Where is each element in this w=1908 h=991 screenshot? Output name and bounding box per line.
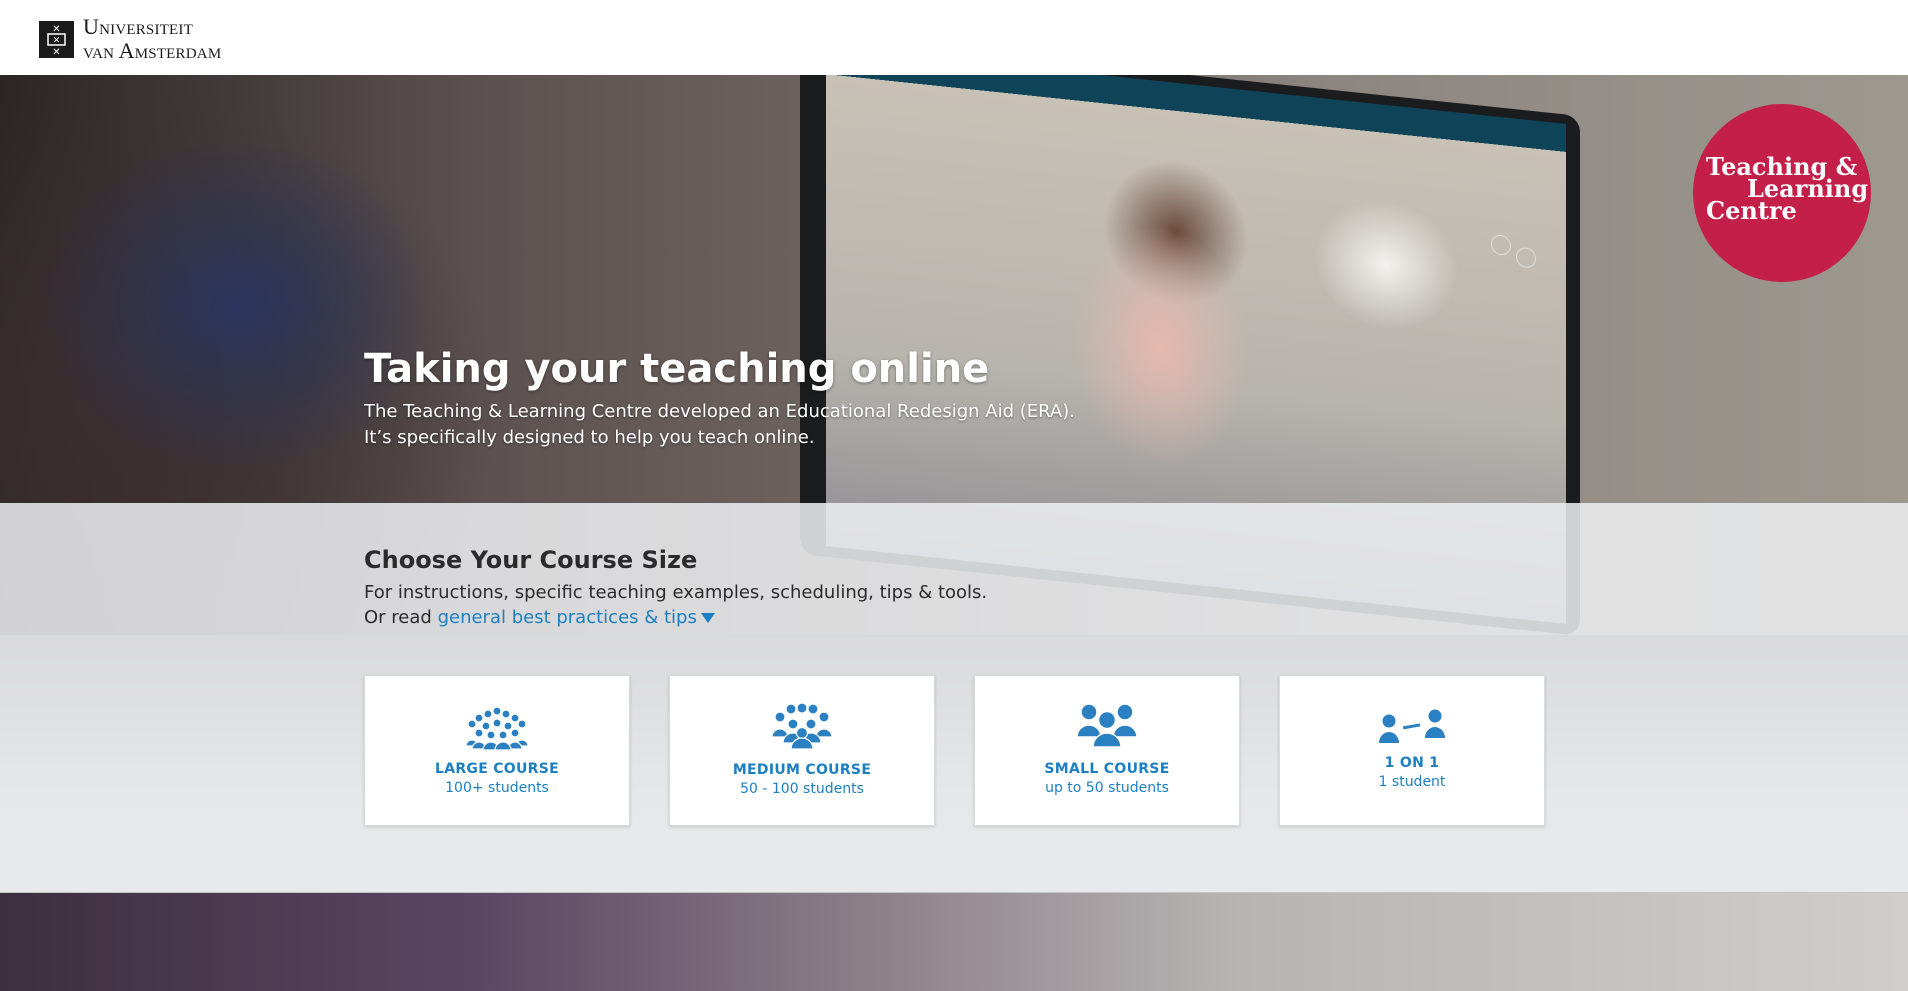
one-on-one-icon (1280, 709, 1544, 743)
card-title: LARGE COURSE (434, 761, 560, 777)
badge-line-3: Centre (1706, 196, 1797, 225)
card-title: MEDIUM COURSE (732, 762, 872, 778)
site-header: ✕ ✕ ✕ Universiteit van Amsterdam (0, 0, 1908, 75)
lower-background-strip (0, 893, 1908, 991)
card-title: 1 ON 1 (1384, 755, 1440, 771)
card-title: SMALL COURSE (1044, 761, 1170, 777)
hero-subtitle: The Teaching & Learning Centre developed… (364, 399, 1075, 451)
course-size-section: Choose Your Course Size For instructions… (0, 503, 1908, 892)
small-group-icon (975, 703, 1239, 747)
logo-line-1: Universiteit (83, 14, 193, 39)
best-practices-link[interactable]: general best practices & tips (438, 607, 715, 628)
course-card-one-on-one[interactable]: 1 ON 1 1 student (1279, 675, 1545, 826)
hero-subtitle-line-1: The Teaching & Learning Centre developed… (364, 401, 1075, 422)
course-size-description: For instructions, specific teaching exam… (364, 582, 988, 603)
card-subtitle: up to 50 students (1045, 780, 1169, 796)
minimize-icon (1491, 234, 1511, 257)
card-subtitle: 100+ students (445, 780, 549, 796)
large-group-icon (365, 706, 629, 750)
uva-crest-icon: ✕ ✕ ✕ (39, 20, 74, 58)
svg-text:✕: ✕ (52, 47, 60, 58)
course-card-medium[interactable]: MEDIUM COURSE 50 - 100 students (669, 675, 935, 826)
or-read-label: Or read (364, 607, 432, 628)
svg-text:✕: ✕ (53, 36, 61, 46)
best-practices-link-text: general best practices & tips (437, 607, 697, 628)
course-size-title: Choose Your Course Size (364, 546, 698, 574)
hero-title: Taking your teaching online (364, 346, 990, 392)
card-subtitle: 1 student (1378, 774, 1446, 790)
hero-subtitle-line-2: It’s specifically designed to help you t… (364, 427, 815, 448)
course-card-large[interactable]: LARGE COURSE 100+ students (364, 675, 630, 826)
caret-down-icon (700, 613, 715, 623)
uva-logo[interactable]: ✕ ✕ ✕ Universiteit van Amsterdam (39, 15, 221, 63)
course-card-small[interactable]: SMALL COURSE up to 50 students (974, 675, 1240, 826)
card-subtitle: 50 - 100 students (740, 781, 864, 797)
logo-line-2: van Amsterdam (83, 38, 222, 63)
medium-group-icon (670, 703, 934, 749)
more-icon (1516, 246, 1536, 269)
